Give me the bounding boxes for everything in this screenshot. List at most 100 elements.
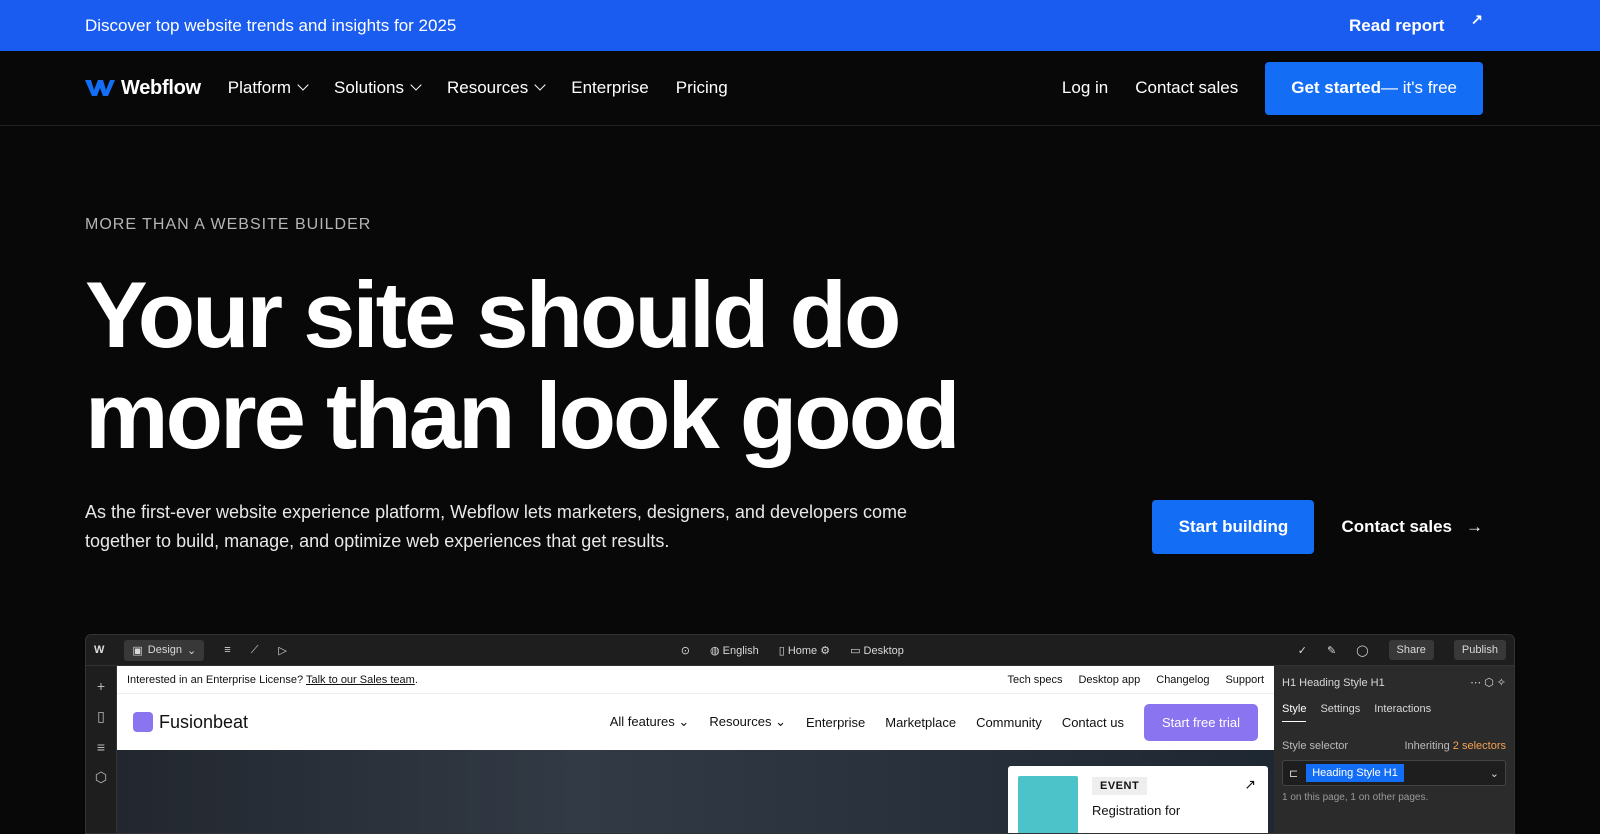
chevron-down-icon[interactable]: ⌄ — [1490, 767, 1499, 780]
hero-contact-sales-link[interactable]: Contact sales → — [1341, 517, 1483, 537]
design-canvas: Interested in an Enterprise License? Tal… — [117, 666, 1274, 833]
style-panel: H1 Heading Style H1 ⋯ ⬡ ✧ Style Settings… — [1274, 666, 1514, 833]
webflow-w-icon: W — [94, 644, 105, 656]
site-link[interactable]: All features ⌄ — [610, 714, 690, 730]
hero-contact-sales-label: Contact sales — [1341, 517, 1452, 536]
chevron-down-icon: ⌄ — [187, 644, 197, 657]
notice-link[interactable]: Talk to our Sales team — [306, 674, 415, 686]
headline-line-1: Your site should do — [85, 262, 901, 367]
chevron-down-icon: ⌄ — [775, 714, 786, 729]
start-free-trial-button[interactable]: Start free trial — [1143, 703, 1258, 741]
chevron-down-icon — [534, 79, 546, 91]
nav-platform-label: Platform — [227, 78, 292, 97]
play-icon[interactable]: ▷ — [278, 644, 286, 657]
element-tag: H1 — [1282, 676, 1297, 689]
style-selector-label: Style selector — [1282, 740, 1349, 752]
selector-chip[interactable]: Heading Style H1 — [1306, 764, 1404, 782]
chevron-down-icon: ⌄ — [678, 714, 690, 729]
components-icon[interactable]: ⬡ — [95, 769, 107, 786]
comment-icon[interactable]: ◯ — [1356, 644, 1368, 657]
focus-icon[interactable]: ⊙ — [681, 644, 690, 657]
site-hero-image: EVENT Registration for ↗ — [117, 750, 1274, 833]
nav-enterprise[interactable]: Enterprise — [571, 78, 648, 98]
site-link[interactable]: Enterprise — [806, 715, 865, 730]
more-icon[interactable]: ⋯ ⬡ ✧ — [1470, 676, 1506, 689]
analytics-icon[interactable]: ⟋ — [251, 644, 259, 657]
nav-solutions[interactable]: Solutions — [334, 78, 422, 98]
desktop-icon: ▭ — [850, 644, 864, 657]
hero-eyebrow: MORE THAN A WEBSITE BUILDER — [85, 216, 372, 233]
chevron-down-icon — [410, 79, 422, 91]
announcement-banner: Discover top website trends and insights… — [0, 0, 1600, 51]
language-label: English — [722, 644, 759, 657]
site-link[interactable]: Resources ⌄ — [709, 714, 786, 730]
share-button[interactable]: Share — [1388, 640, 1434, 660]
designer-sidebar: + ▯ ≡ ⬡ — [86, 666, 117, 833]
selector-icon: ⊏ — [1289, 767, 1299, 780]
get-started-suffix: — it's free — [1381, 78, 1457, 97]
element-title: Heading Style H1 — [1299, 676, 1385, 689]
page-label: Home — [787, 644, 818, 657]
canvas-top-link[interactable]: Tech specs — [1007, 674, 1062, 686]
breakpoint-selector[interactable]: ▭ Desktop — [850, 644, 904, 657]
designer-preview: W ▣ Design ⌄ ≡ ⟋ ▷ ⊙ ◍ English ▯ Home ⚙ ▭ … — [85, 634, 1515, 834]
notice-prefix: Interested in an Enterprise License? — [127, 673, 306, 686]
hero-section: MORE THAN A WEBSITE BUILDER Your site sh… — [0, 126, 1600, 556]
edit-icon[interactable]: ✎ — [1327, 644, 1336, 657]
cursor-icon: ▣ — [132, 644, 143, 657]
login-link[interactable]: Log in — [1062, 78, 1108, 98]
canvas-top-link[interactable]: Desktop app — [1078, 674, 1140, 686]
add-icon[interactable]: + — [97, 678, 105, 694]
nav-platform[interactable]: Platform — [227, 78, 309, 98]
canvas-notice: Interested in an Enterprise License? Tal… — [127, 674, 418, 686]
navigator-icon[interactable]: ≡ — [97, 739, 105, 755]
page-selector[interactable]: ▯ Home ⚙ — [779, 644, 830, 657]
site-link[interactable]: Marketplace — [885, 715, 956, 730]
panel-heading: H1 Heading Style H1 — [1282, 677, 1385, 689]
event-tag: EVENT — [1092, 777, 1148, 795]
language-selector[interactable]: ◍ English — [710, 644, 759, 657]
site-link-label: All features — [609, 714, 675, 729]
arrow-right-icon: → — [1466, 517, 1483, 536]
nav-resources[interactable]: Resources — [446, 78, 546, 98]
arrow-up-right-icon: ↗ — [1244, 776, 1256, 792]
breakpoint-label: Desktop — [863, 644, 904, 657]
database-icon[interactable]: ≡ — [224, 644, 230, 656]
selector-usage-note: 1 on this page, 1 on other pages. — [1282, 792, 1429, 803]
webflow-logo[interactable]: Webflow — [85, 77, 201, 100]
globe-icon: ◍ — [709, 644, 723, 657]
tab-interactions[interactable]: Interactions — [1374, 703, 1431, 722]
site-link[interactable]: Contact us — [1062, 715, 1124, 730]
site-link[interactable]: Community — [976, 715, 1042, 730]
read-report-link[interactable]: Read report ↗ — [1349, 12, 1483, 36]
mode-selector[interactable]: ▣ Design ⌄ — [124, 639, 205, 661]
start-building-button[interactable]: Start building — [1152, 500, 1315, 554]
read-report-label: Read report — [1349, 15, 1445, 35]
fusionbeat-name: Fusionbeat — [159, 711, 249, 732]
contact-sales-link[interactable]: Contact sales — [1135, 78, 1238, 98]
publish-button[interactable]: Publish — [1453, 640, 1506, 660]
fusionbeat-mark-icon — [133, 712, 153, 732]
nav-resources-label: Resources — [446, 78, 529, 97]
webflow-logo-text: Webflow — [121, 76, 201, 99]
check-icon[interactable]: ✓ — [1298, 644, 1307, 657]
inheriting-count[interactable]: 2 selectors — [1453, 740, 1506, 752]
mode-label: Design — [147, 644, 183, 656]
canvas-top-link[interactable]: Support — [1225, 674, 1264, 686]
main-nav: Webflow Platform Solutions Resources Ent… — [0, 51, 1600, 126]
style-selector-field[interactable]: ⊏ Heading Style H1 ⌄ — [1282, 760, 1506, 786]
nav-pricing[interactable]: Pricing — [676, 78, 728, 98]
canvas-top-link[interactable]: Changelog — [1156, 674, 1209, 686]
headline-line-2: more than look good — [85, 363, 961, 468]
tab-style[interactable]: Style — [1282, 703, 1307, 722]
nav-enterprise-label: Enterprise — [571, 78, 649, 97]
site-nav: Fusionbeat All features ⌄ Resources ⌄ En… — [117, 694, 1274, 750]
pages-icon[interactable]: ▯ — [97, 708, 105, 725]
event-title: Registration for — [1092, 803, 1181, 818]
fusionbeat-logo[interactable]: Fusionbeat — [133, 712, 248, 733]
event-waveform-image — [1018, 776, 1078, 833]
banner-text: Discover top website trends and insights… — [85, 15, 457, 35]
tab-settings[interactable]: Settings — [1320, 703, 1360, 722]
get-started-button[interactable]: Get started — it's free — [1265, 61, 1483, 115]
get-started-label: Get started — [1291, 78, 1381, 97]
